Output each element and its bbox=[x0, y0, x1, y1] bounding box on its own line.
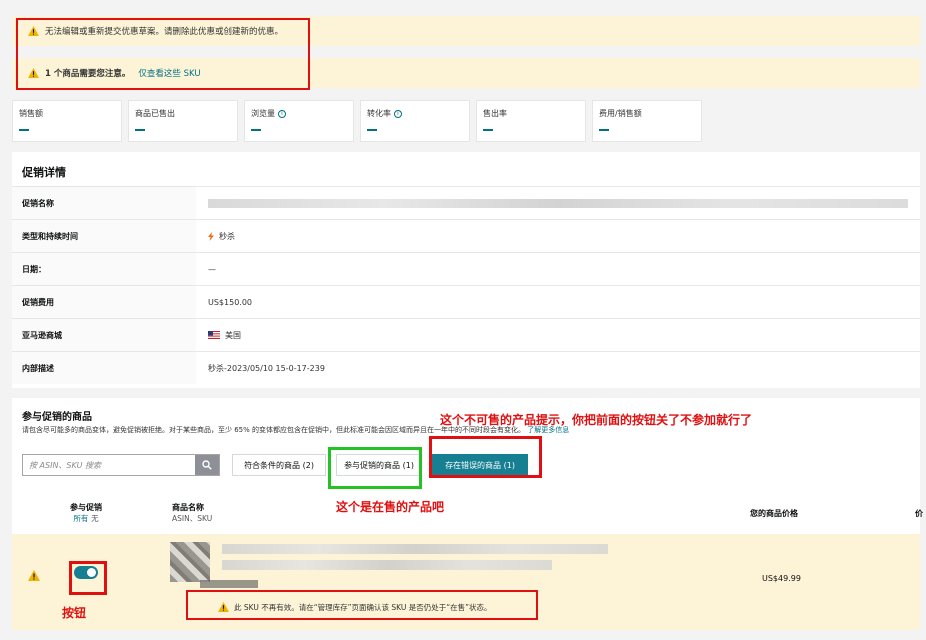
metric-label: 转化率 bbox=[367, 109, 391, 118]
info-icon[interactable]: i bbox=[278, 109, 286, 118]
section-title: 参与促销的商品 bbox=[22, 412, 92, 423]
metric-page-views: 浏览量 i bbox=[244, 100, 354, 142]
detail-value-redacted bbox=[196, 198, 908, 208]
annotation-unsellable: 这个不可售的产品提示，你把前面的按钮关了不参加就行了 bbox=[440, 413, 753, 427]
annotation-box-error-tab bbox=[429, 436, 542, 478]
annotation-box-on-sale-tab bbox=[328, 447, 422, 489]
search-input[interactable]: 按 ASIN、SKU 搜索 bbox=[23, 455, 195, 475]
detail-value: 秒杀 bbox=[219, 231, 235, 241]
search-button[interactable] bbox=[195, 455, 219, 475]
detail-value: — bbox=[208, 264, 216, 274]
metric-conversion-rate: 转化率 i bbox=[360, 100, 470, 142]
metric-label: 商品已售出 bbox=[135, 109, 175, 118]
detail-key: 促销费用 bbox=[12, 286, 196, 318]
annotation-on-sale: 这个是在售的产品吧 bbox=[336, 500, 445, 514]
promotion-details-panel: 促销详情 促销名称 类型和持续时间 秒杀 日期： — 促销费用 US$150.0… bbox=[12, 152, 920, 388]
detail-key: 亚马逊商城 bbox=[12, 319, 196, 351]
metric-units-sold: 商品已售出 bbox=[128, 100, 238, 142]
metric-value bbox=[19, 129, 29, 131]
col-header-price: 您的商品价格 bbox=[750, 509, 798, 518]
detail-value: US$150.00 bbox=[208, 297, 253, 307]
metric-value bbox=[251, 129, 261, 131]
metric-value bbox=[367, 129, 377, 131]
detail-row-marketplace: 亚马逊商城 美国 bbox=[12, 318, 920, 351]
col-header-participate: 参与促销 bbox=[70, 503, 102, 512]
detail-key: 内部描述 bbox=[12, 352, 196, 384]
detail-row-fee: 促销费用 US$150.00 bbox=[12, 285, 920, 318]
product-title-redacted-2 bbox=[222, 560, 552, 570]
detail-row-internal-desc: 内部描述 秒杀-2023/05/10 15-0-17-239 bbox=[12, 351, 920, 384]
annotation-button: 按钮 bbox=[62, 606, 87, 620]
detail-row-date: 日期： — bbox=[12, 252, 920, 285]
annotation-box-notice bbox=[186, 590, 538, 620]
select-all-link[interactable]: 所有 bbox=[73, 514, 88, 523]
metric-label: 费用/销售额 bbox=[599, 109, 642, 118]
col-header-name-sub: ASIN、SKU bbox=[172, 514, 213, 523]
tab-eligible-items[interactable]: 符合条件的商品 (2) bbox=[232, 454, 326, 476]
metric-value bbox=[483, 129, 493, 131]
product-price: US$49.99 bbox=[762, 574, 801, 583]
metric-sales: 销售额 bbox=[12, 100, 122, 142]
product-asin-redacted bbox=[200, 580, 258, 588]
sku-search-box: 按 ASIN、SKU 搜索 bbox=[22, 454, 220, 476]
detail-row-name: 促销名称 bbox=[12, 186, 920, 219]
annotation-box-alerts bbox=[16, 18, 310, 90]
lightning-icon bbox=[208, 231, 214, 241]
col-header-name: 商品名称 bbox=[172, 503, 204, 512]
annotation-box-toggle bbox=[69, 561, 107, 595]
detail-key: 类型和持续时间 bbox=[12, 220, 196, 252]
detail-key: 促销名称 bbox=[12, 187, 196, 219]
warning-icon bbox=[28, 570, 40, 581]
search-icon bbox=[202, 460, 212, 470]
detail-value: 秒杀-2023/05/10 15-0-17-239 bbox=[208, 363, 325, 373]
metric-value bbox=[599, 129, 609, 131]
product-thumbnail bbox=[170, 542, 210, 582]
product-title-redacted bbox=[222, 544, 608, 554]
metric-label: 售出率 bbox=[483, 109, 507, 118]
detail-value: 美国 bbox=[225, 330, 241, 340]
metric-sell-through: 售出率 bbox=[476, 100, 586, 142]
info-icon[interactable]: i bbox=[394, 109, 402, 118]
detail-row-type: 类型和持续时间 秒杀 bbox=[12, 219, 920, 252]
metric-fee-sales: 费用/销售额 bbox=[592, 100, 702, 142]
metric-label: 销售额 bbox=[19, 109, 43, 118]
table-header: 参与促销 所有 无 商品名称 ASIN、SKU 您的商品价格 价 bbox=[12, 490, 923, 534]
metric-value bbox=[135, 129, 145, 131]
detail-key: 日期： bbox=[12, 253, 196, 285]
col-header-next: 价 bbox=[915, 509, 923, 518]
select-none-link[interactable]: 无 bbox=[91, 514, 99, 523]
us-flag-icon bbox=[208, 331, 220, 339]
metric-label: 浏览量 bbox=[251, 109, 275, 118]
section-title: 促销详情 bbox=[22, 166, 66, 179]
